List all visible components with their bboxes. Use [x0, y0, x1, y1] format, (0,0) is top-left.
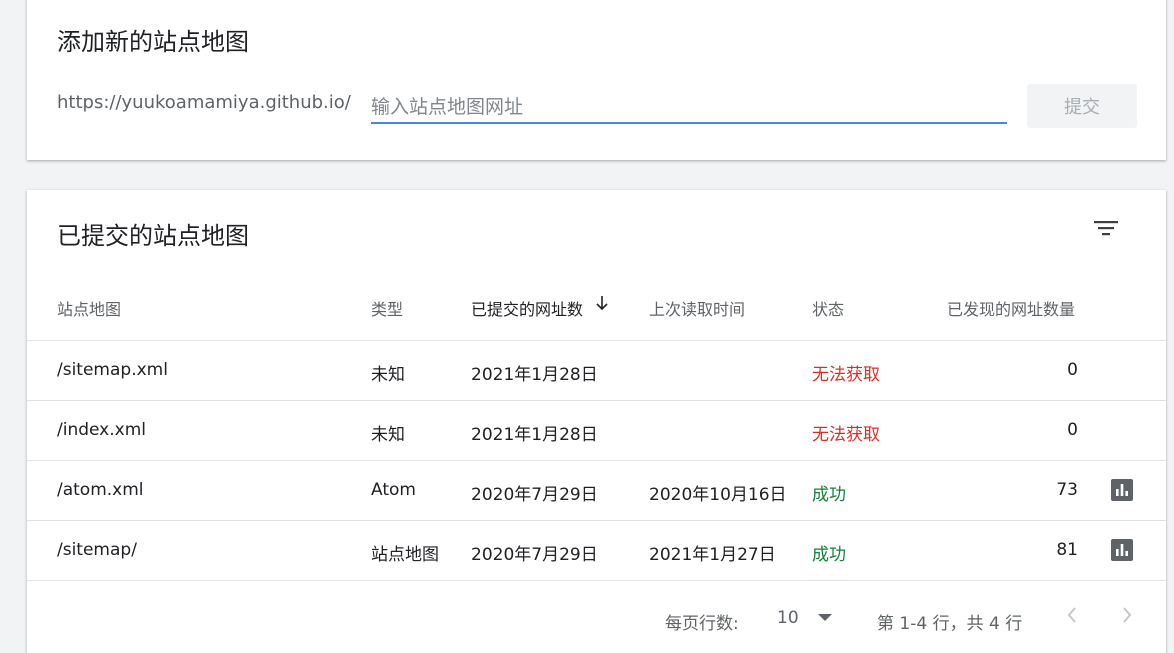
column-header-sitemap[interactable]: 站点地图	[57, 296, 121, 320]
table-row[interactable]: /sitemap.xml 未知 2021年1月28日 无法获取 0	[27, 340, 1166, 400]
table-row[interactable]: /atom.xml Atom 2020年7月29日 2020年10月16日 成功…	[27, 460, 1166, 520]
chevron-down-icon[interactable]	[818, 614, 832, 622]
sitemap-type: 站点地图	[371, 545, 439, 565]
column-header-last-read[interactable]: 上次读取时间	[649, 296, 745, 320]
sitemap-path: /sitemap.xml	[57, 360, 168, 380]
rows-per-page-select[interactable]: 10	[777, 608, 799, 628]
sitemap-url-input[interactable]	[371, 90, 1007, 124]
last-read-date: 2020年10月16日	[649, 485, 787, 505]
add-sitemap-card: 添加新的站点地图 https://yuukoamamiya.github.io/…	[27, 0, 1166, 160]
sitemap-type: 未知	[371, 425, 405, 445]
submitted-date: 2020年7月29日	[471, 545, 598, 565]
filter-icon[interactable]	[1094, 218, 1118, 238]
table-row[interactable]: /index.xml 未知 2021年1月28日 无法获取 0	[27, 400, 1166, 460]
last-read-date: 2021年1月27日	[649, 545, 776, 565]
submitted-sitemaps-title: 已提交的站点地图	[57, 222, 249, 250]
table-row[interactable]: /sitemap/ 站点地图 2020年7月29日 2021年1月27日 成功 …	[27, 520, 1166, 580]
column-header-status[interactable]: 状态	[812, 296, 844, 320]
status-text: 成功	[812, 485, 846, 505]
status-text: 无法获取	[812, 425, 880, 445]
discovered-count: 73	[1056, 480, 1078, 500]
sort-descending-icon[interactable]	[594, 294, 610, 312]
sitemap-path: /atom.xml	[57, 480, 144, 500]
add-sitemap-title: 添加新的站点地图	[57, 28, 249, 56]
next-page-icon[interactable]	[1115, 603, 1139, 627]
sitemap-path: /index.xml	[57, 420, 146, 440]
discovered-count: 0	[1067, 360, 1078, 380]
sitemap-type: 未知	[371, 365, 405, 385]
submit-button[interactable]: 提交	[1027, 84, 1137, 128]
column-header-discovered[interactable]: 已发现的网址数量	[947, 296, 1075, 320]
bar-chart-icon[interactable]	[1110, 478, 1134, 502]
submitted-date: 2020年7月29日	[471, 485, 598, 505]
status-text: 无法获取	[812, 365, 880, 385]
status-text: 成功	[812, 545, 846, 565]
bar-chart-icon[interactable]	[1110, 538, 1134, 562]
column-header-submitted[interactable]: 已提交的网址数	[471, 296, 583, 320]
previous-page-icon[interactable]	[1060, 603, 1084, 627]
column-header-type[interactable]: 类型	[371, 296, 403, 320]
submitted-date: 2021年1月28日	[471, 365, 598, 385]
discovered-count: 81	[1056, 540, 1078, 560]
rows-per-page-label: 每页行数:	[665, 614, 739, 634]
url-prefix: https://yuukoamamiya.github.io/	[57, 92, 351, 113]
pagination-range: 第 1-4 行，共 4 行	[877, 614, 1023, 634]
sitemap-path: /sitemap/	[57, 540, 137, 560]
submitted-date: 2021年1月28日	[471, 425, 598, 445]
discovered-count: 0	[1067, 420, 1078, 440]
pagination-bar: 每页行数: 10 第 1-4 行，共 4 行	[27, 580, 1166, 653]
submitted-sitemaps-card: 已提交的站点地图 站点地图 类型 已提交的网址数 上次读取时间 状态 已发现的网…	[27, 190, 1166, 653]
sitemap-type: Atom	[371, 480, 416, 500]
